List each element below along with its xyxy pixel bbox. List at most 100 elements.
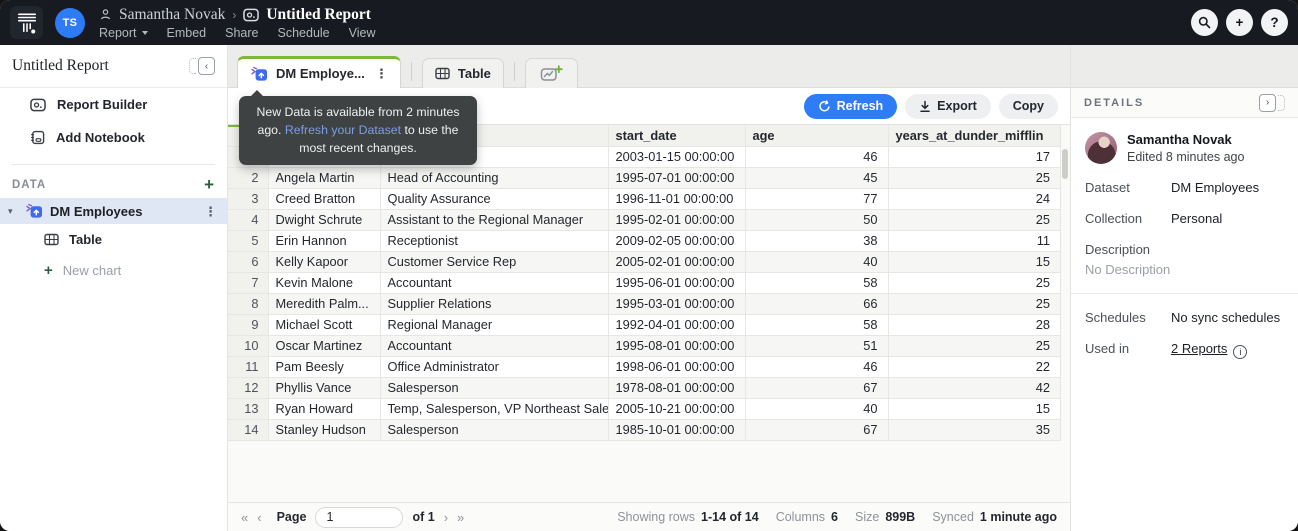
menu-item-share[interactable]: Share [225, 26, 258, 40]
copy-button[interactable]: Copy [999, 94, 1058, 119]
table-cell: Kelly Kapoor [268, 251, 380, 272]
row-number-cell: 11 [228, 356, 268, 377]
collapse-left-icon: ‹ [198, 57, 215, 75]
table-cell: Supplier Relations [380, 293, 608, 314]
menu-item-report[interactable]: Report [99, 26, 148, 40]
new-chart-icon [540, 65, 563, 82]
search-button[interactable] [1191, 9, 1218, 36]
next-page-button[interactable]: › [444, 510, 448, 525]
table-cell: 50 [745, 209, 888, 230]
field-label: Collection [1085, 211, 1171, 226]
table-cell: Dwight Schrute [268, 209, 380, 230]
field-label: Schedules [1085, 310, 1171, 325]
table-cell: Angela Martin [268, 167, 380, 188]
breadcrumb-chevron-icon: › [232, 8, 236, 22]
table-cell: 58 [745, 272, 888, 293]
refresh-label: Refresh [837, 99, 884, 113]
help-button[interactable]: ? [1261, 9, 1288, 36]
menu-item-schedule[interactable]: Schedule [278, 26, 330, 40]
question-icon: ? [1270, 15, 1278, 30]
app-logo-icon[interactable] [10, 6, 43, 39]
details-panel: DETAILS › Samantha Novak Edited 8 minute… [1070, 45, 1298, 531]
sidebar-item-report-builder[interactable]: Report Builder [0, 88, 227, 121]
sidebar-item-dm-employees[interactable]: ▾ DM Employees ⋮ [0, 198, 227, 224]
table-cell: 22 [888, 356, 1061, 377]
row-number-cell: 6 [228, 251, 268, 272]
table-cell: Creed Bratton [268, 188, 380, 209]
tab-kebab-icon[interactable]: ⋮ [375, 67, 388, 80]
data-table: start_dateageyears_at_dunder_mifflin 1An… [228, 125, 1061, 441]
table-cell: 2005-02-01 00:00:00 [608, 251, 745, 272]
refresh-dataset-link[interactable]: Refresh your Dataset [285, 123, 401, 137]
details-collapse-button[interactable]: › [1259, 94, 1285, 112]
first-page-button[interactable]: « [241, 510, 248, 525]
table-cell: 67 [745, 419, 888, 440]
dataset-label: DM Employees [50, 204, 142, 219]
table-cell: 15 [888, 251, 1061, 272]
table-cell: 1985-10-01 00:00:00 [608, 419, 745, 440]
report-icon [243, 8, 259, 22]
details-field-collection: Collection Personal [1085, 211, 1284, 226]
table-cell: 25 [888, 335, 1061, 356]
info-icon[interactable]: i [1233, 345, 1247, 359]
chevron-down-icon[interactable]: ▾ [8, 206, 18, 217]
menu-item-view[interactable]: View [349, 26, 376, 40]
footer-stat: Showing rows1-14 of 14 [617, 510, 759, 524]
sidebar-collapse-button[interactable]: ‹ [189, 57, 215, 75]
details-header: DETAILS › [1071, 88, 1298, 118]
sidebar-item-label: Add Notebook [56, 130, 145, 145]
workspace-avatar[interactable]: TS [55, 8, 85, 38]
dataset-icon [250, 66, 268, 82]
table-icon [435, 67, 450, 80]
table-cell: Oscar Martinez [268, 335, 380, 356]
prev-page-button[interactable]: ‹ [257, 510, 261, 525]
dataset-kebab-icon[interactable]: ⋮ [204, 205, 217, 218]
footer-stat-value: 899B [885, 510, 915, 524]
row-number-cell: 12 [228, 377, 268, 398]
row-number-cell: 10 [228, 335, 268, 356]
table-cell: 2009-02-05 00:00:00 [608, 230, 745, 251]
sidebar-item-table[interactable]: Table [0, 224, 227, 255]
field-value: DM Employees [1171, 180, 1259, 195]
table-cell: 40 [745, 251, 888, 272]
download-icon [919, 100, 931, 113]
table-cell: Salesperson [380, 377, 608, 398]
table-scrollbar[interactable] [1062, 149, 1068, 179]
reports-link[interactable]: 2 Reports [1171, 341, 1227, 356]
tab-label: Table [458, 66, 491, 81]
details-title: DETAILS [1084, 97, 1144, 109]
tab-dm-employees[interactable]: DM Employe... ⋮ [237, 56, 401, 88]
column-header-start_date[interactable]: start_date [608, 125, 745, 146]
add-button[interactable]: + [1226, 9, 1253, 36]
tab-new-chart[interactable] [525, 58, 578, 88]
table-footer: « ‹ Page of 1 › » Showing rows1-14 of 14… [228, 502, 1070, 531]
sidebar-item-add-notebook[interactable]: Add Notebook [0, 121, 227, 154]
column-header-years_at_dunder_mifflin[interactable]: years_at_dunder_mifflin [888, 125, 1061, 146]
owner-avatar[interactable] [1085, 132, 1117, 164]
page-input[interactable] [315, 507, 403, 528]
owner-name: Samantha Novak [1127, 132, 1244, 147]
table-cell: 66 [745, 293, 888, 314]
refresh-button[interactable]: Refresh [804, 94, 898, 119]
expand-dotted-icon [1278, 95, 1285, 111]
app-body: Untitled Report ‹ Report Builder Add Not… [0, 45, 1298, 531]
sidebar-item-new-chart[interactable]: + New chart [0, 255, 227, 286]
table-cell: Phyllis Vance [268, 377, 380, 398]
column-header-age[interactable]: age [745, 125, 888, 146]
table-cell: 46 [745, 356, 888, 377]
table-icon [44, 233, 59, 246]
table-cell: Receptionist [380, 230, 608, 251]
topbar-menu: Report Embed Share Schedule View [99, 26, 376, 40]
sidebar-data-section-header: DATA + [0, 165, 227, 198]
logo-glyph [16, 11, 38, 35]
breadcrumb-user[interactable]: Samantha Novak [119, 6, 225, 24]
tab-bar: DM Employe... ⋮ Table [228, 45, 1070, 88]
table-cell: Accountant [380, 272, 608, 293]
add-data-button[interactable]: + [204, 179, 215, 191]
last-page-button[interactable]: » [457, 510, 464, 525]
export-button[interactable]: Export [905, 94, 991, 119]
tab-table[interactable]: Table [422, 58, 504, 88]
breadcrumb-report-title[interactable]: Untitled Report [266, 6, 371, 24]
menu-item-embed[interactable]: Embed [167, 26, 207, 40]
footer-stat-value: 1-14 of 14 [701, 510, 759, 524]
